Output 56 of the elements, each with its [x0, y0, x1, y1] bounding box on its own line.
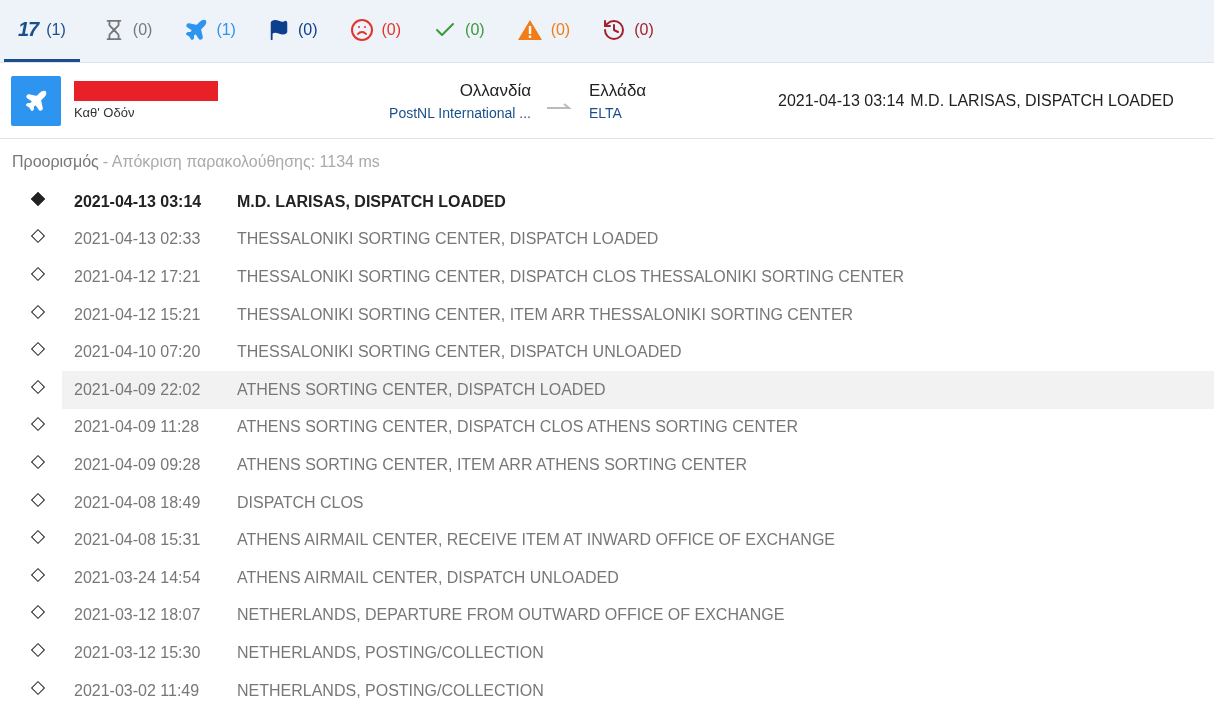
- event-description: THESSALONIKI SORTING CENTER, DISPATCH CLOS THESSALONIKI SORTING CENTER: [237, 268, 905, 286]
- event-time: 2021-04-09 09:28: [73, 455, 202, 474]
- event-description: ATHENS AIRMAIL CENTER, DISPATCH UNLOADED: [237, 568, 619, 587]
- event-time: 2021-04-12 17:21: [73, 268, 202, 286]
- tab-count: (0): [550, 20, 571, 39]
- event-time: 2021-04-13 03:14: [73, 192, 203, 211]
- filter-tab[interactable]: (0): [335, 0, 416, 62]
- event-description: NETHERLANDS, DEPARTURE FROM OUTWARD OFFICE OF EXCHANGE: [237, 606, 785, 625]
- tab-count: (0): [297, 20, 318, 39]
- event-description: ATHENS AIRMAIL CENTER, RECEIVE ITEM AT INWARD OFFICE OF EXCHANGE: [237, 531, 835, 550]
- event-description: NETHERLANDS, POSTING/COLLECTION: [237, 681, 544, 700]
- event-description: ATHENS SORTING CENTER, ITEM ARR ATHENS SORTING CENTER: [237, 455, 747, 474]
- event-description: THESSALONIKI SORTING CENTER, DISPATCH LOADED: [237, 230, 659, 249]
- tab-count: (1): [46, 20, 66, 39]
- filter-tab[interactable]: (0): [88, 0, 167, 62]
- plane-icon: [184, 17, 209, 42]
- latest-event-time: 2021-04-13 03:14: [778, 91, 905, 110]
- source-label: Προορισμός: [12, 153, 99, 170]
- destination-carrier-link[interactable]: ELTA: [589, 104, 622, 121]
- filter-tab[interactable]: 17 (1): [4, 0, 80, 62]
- sad-face-icon: [349, 17, 374, 42]
- event-description: NETHERLANDS, POSTING/COLLECTION: [237, 643, 544, 662]
- event-description: M.D. LARISAS, DISPATCH LOADED: [237, 192, 506, 211]
- tab-count: (0): [381, 20, 402, 39]
- event-time: 2021-04-08 18:49: [73, 493, 202, 512]
- event-description: DISPATCH CLOS: [237, 493, 364, 512]
- tab-count: (0): [465, 20, 485, 39]
- tab-count: (1): [216, 20, 236, 39]
- event-time: 2021-03-02 11:49: [73, 681, 201, 700]
- destination-country: Ελλάδα: [589, 80, 647, 101]
- tab-count: (0): [634, 20, 654, 39]
- event-time: 2021-04-13 02:33: [73, 230, 202, 249]
- filter-tab[interactable]: (0): [588, 0, 668, 62]
- event-time: 2021-03-12 18:07: [73, 606, 202, 625]
- event-time: 2021-04-10 07:20: [73, 343, 202, 362]
- event-time: 2021-04-09 11:28: [73, 418, 201, 437]
- shipment-status: Καθ' Οδόν: [74, 105, 136, 120]
- event-description: THESSALONIKI SORTING CENTER, ITEM ARR THESSALONIKI SORTING CENTER: [237, 305, 854, 324]
- event-description: ATHENS SORTING CENTER, DISPATCH CLOS ATHENS SORTING CENTER: [237, 418, 798, 437]
- response-time: - Απόκριση παρακολούθησης: 1134 ms: [102, 153, 380, 170]
- origin-country: Ολλανδία: [459, 80, 531, 101]
- event-description: THESSALONIKI SORTING CENTER, DISPATCH UNLOADED: [237, 343, 682, 362]
- event-time: 2021-04-08 15:31: [73, 531, 202, 550]
- plane-icon: [11, 75, 61, 126]
- event-time: 2021-04-09 22:02: [73, 380, 202, 399]
- tab-count: (0): [132, 20, 153, 39]
- origin-carrier-link[interactable]: PostNL International ...: [389, 104, 531, 121]
- history-icon: [602, 17, 627, 42]
- warning-icon: [516, 18, 543, 41]
- filter-tab[interactable]: (0): [253, 0, 332, 62]
- event-description: ATHENS SORTING CENTER, DISPATCH LOADED: [237, 380, 606, 399]
- event-time: 2021-04-12 15:21: [73, 305, 202, 324]
- latest-event-description: M.D. LARISAS, DISPATCH LOADED: [910, 91, 1174, 110]
- logo: 17: [18, 18, 39, 41]
- event-time: 2021-03-12 15:30: [73, 643, 202, 662]
- event-time: 2021-03-24 14:54: [73, 568, 202, 587]
